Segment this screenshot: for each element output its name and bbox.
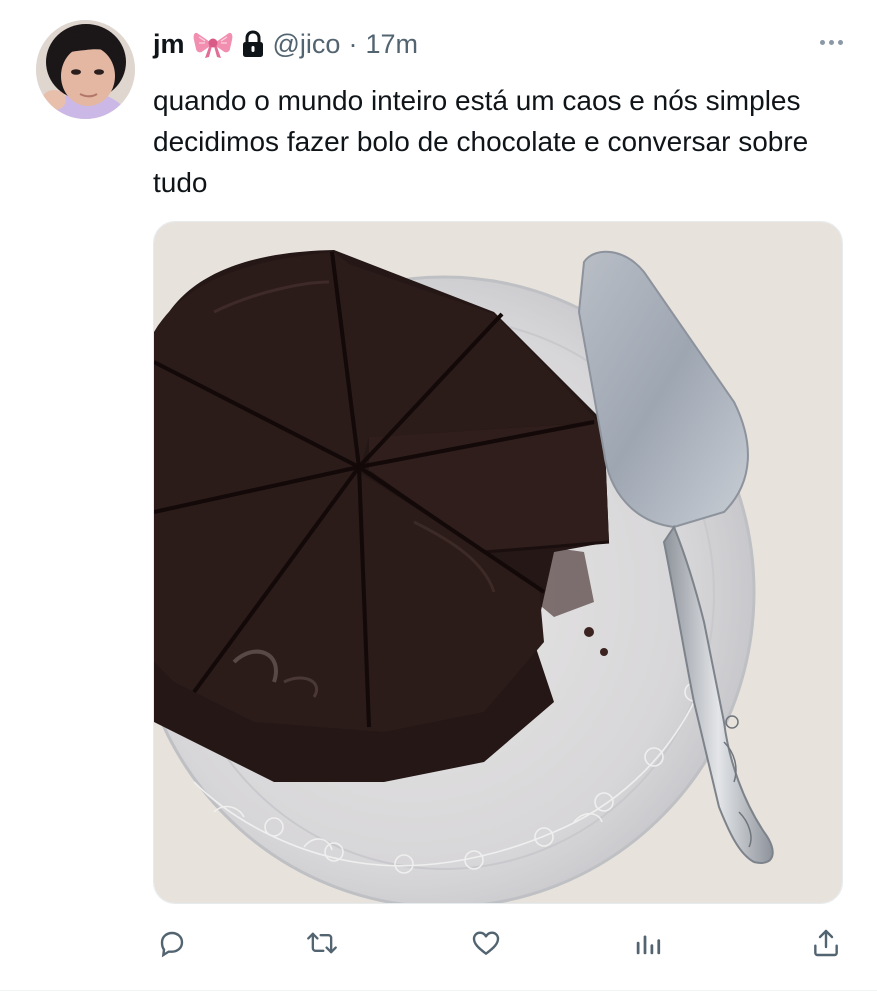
- lock-icon: [241, 30, 265, 58]
- tweet-text: quando o mundo inteiro está um caos e nó…: [153, 85, 809, 198]
- tweet-actions: [0, 920, 877, 970]
- reply-icon: [156, 927, 188, 964]
- views-button[interactable]: [626, 920, 670, 970]
- tweet-header: jm @jico · 17m: [153, 26, 418, 62]
- views-icon: [633, 928, 663, 963]
- share-icon: [810, 927, 842, 964]
- divider: [0, 990, 877, 991]
- tweet-card[interactable]: jm @jico · 17m quando o mundo inteiro es…: [0, 0, 877, 1000]
- retweet-icon: [305, 927, 339, 964]
- like-button[interactable]: [464, 920, 508, 970]
- reply-button[interactable]: [150, 920, 194, 970]
- like-icon: [470, 927, 502, 964]
- timestamp[interactable]: 17m: [365, 29, 418, 60]
- more-options-icon[interactable]: [820, 30, 843, 54]
- display-name[interactable]: jm: [153, 29, 185, 60]
- separator-dot: ·: [348, 28, 358, 59]
- bow-icon: [193, 29, 233, 59]
- cake-photo: [154, 222, 842, 903]
- avatar-image: [36, 20, 135, 119]
- avatar[interactable]: [36, 20, 135, 119]
- tweet-media-photo[interactable]: [153, 221, 843, 904]
- share-button[interactable]: [804, 920, 848, 970]
- user-handle[interactable]: @jico: [273, 29, 341, 60]
- retweet-button[interactable]: [300, 920, 344, 970]
